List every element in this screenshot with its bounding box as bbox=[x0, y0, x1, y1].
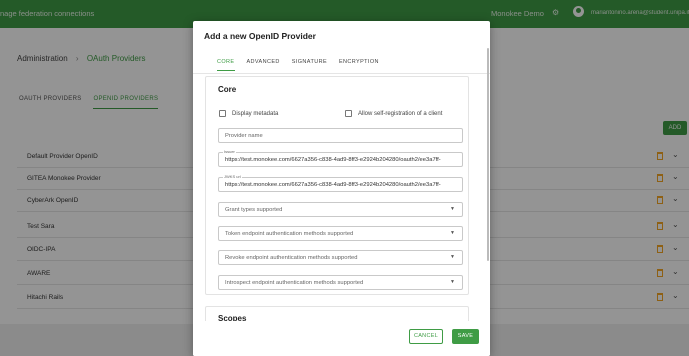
issuer-value: https://test.monokee.com/6627a356-c838-4… bbox=[225, 157, 441, 163]
jwks-url-label: JWKS url bbox=[223, 174, 242, 179]
jwks-url-input[interactable]: JWKS url https://test.monokee.com/6627a3… bbox=[218, 174, 463, 192]
introspect-auth-methods-select[interactable]: Introspect endpoint authentication metho… bbox=[218, 275, 463, 290]
issuer-label: Issuer bbox=[223, 149, 236, 154]
display-metadata-checkbox[interactable] bbox=[219, 110, 226, 117]
introspect-auth-placeholder: Introspect endpoint authentication metho… bbox=[225, 280, 364, 286]
dialog-title: Add a new OpenID Provider bbox=[204, 31, 316, 41]
allow-self-registration-checkbox[interactable] bbox=[345, 110, 352, 117]
grant-types-select[interactable]: Grant types supported ▼ bbox=[218, 202, 463, 217]
core-section-title: Core bbox=[218, 85, 237, 94]
tab-core[interactable]: CORE bbox=[217, 59, 235, 71]
provider-name-placeholder: Provider name bbox=[225, 133, 263, 139]
dropdown-arrow-icon: ▼ bbox=[450, 230, 455, 236]
dialog-scrollbar[interactable] bbox=[487, 48, 489, 261]
dropdown-arrow-icon: ▼ bbox=[450, 254, 455, 260]
dropdown-arrow-icon: ▼ bbox=[450, 279, 455, 285]
tab-encryption[interactable]: ENCRYPTION bbox=[339, 59, 379, 70]
revoke-auth-placeholder: Revoke endpoint authentication methods s… bbox=[225, 255, 358, 261]
allow-self-registration-label: Allow self-registration of a client bbox=[358, 111, 443, 117]
provider-name-input[interactable]: Provider name bbox=[218, 128, 463, 143]
token-auth-placeholder: Token endpoint authentication methods su… bbox=[225, 231, 354, 237]
cancel-button[interactable]: CANCEL bbox=[409, 329, 443, 344]
save-button[interactable]: SAVE bbox=[452, 329, 479, 344]
dropdown-arrow-icon: ▼ bbox=[450, 206, 455, 212]
dialog-footer bbox=[193, 321, 490, 356]
token-auth-methods-select[interactable]: Token endpoint authentication methods su… bbox=[218, 226, 463, 241]
grant-types-placeholder: Grant types supported bbox=[225, 207, 283, 213]
display-metadata-label: Display metadata bbox=[232, 111, 279, 117]
issuer-input[interactable]: Issuer https://test.monokee.com/6627a356… bbox=[218, 149, 463, 167]
tab-signature[interactable]: SIGNATURE bbox=[292, 59, 327, 70]
dialog-tabs: CORE ADVANCED SIGNATURE ENCRYPTION bbox=[217, 59, 389, 71]
revoke-auth-methods-select[interactable]: Revoke endpoint authentication methods s… bbox=[218, 250, 463, 265]
tab-advanced[interactable]: ADVANCED bbox=[246, 59, 279, 70]
tabs-divider bbox=[193, 73, 490, 74]
jwks-url-value: https://test.monokee.com/6627a356-c838-4… bbox=[225, 182, 441, 188]
add-openid-provider-dialog: Add a new OpenID Provider CORE ADVANCED … bbox=[193, 21, 490, 356]
